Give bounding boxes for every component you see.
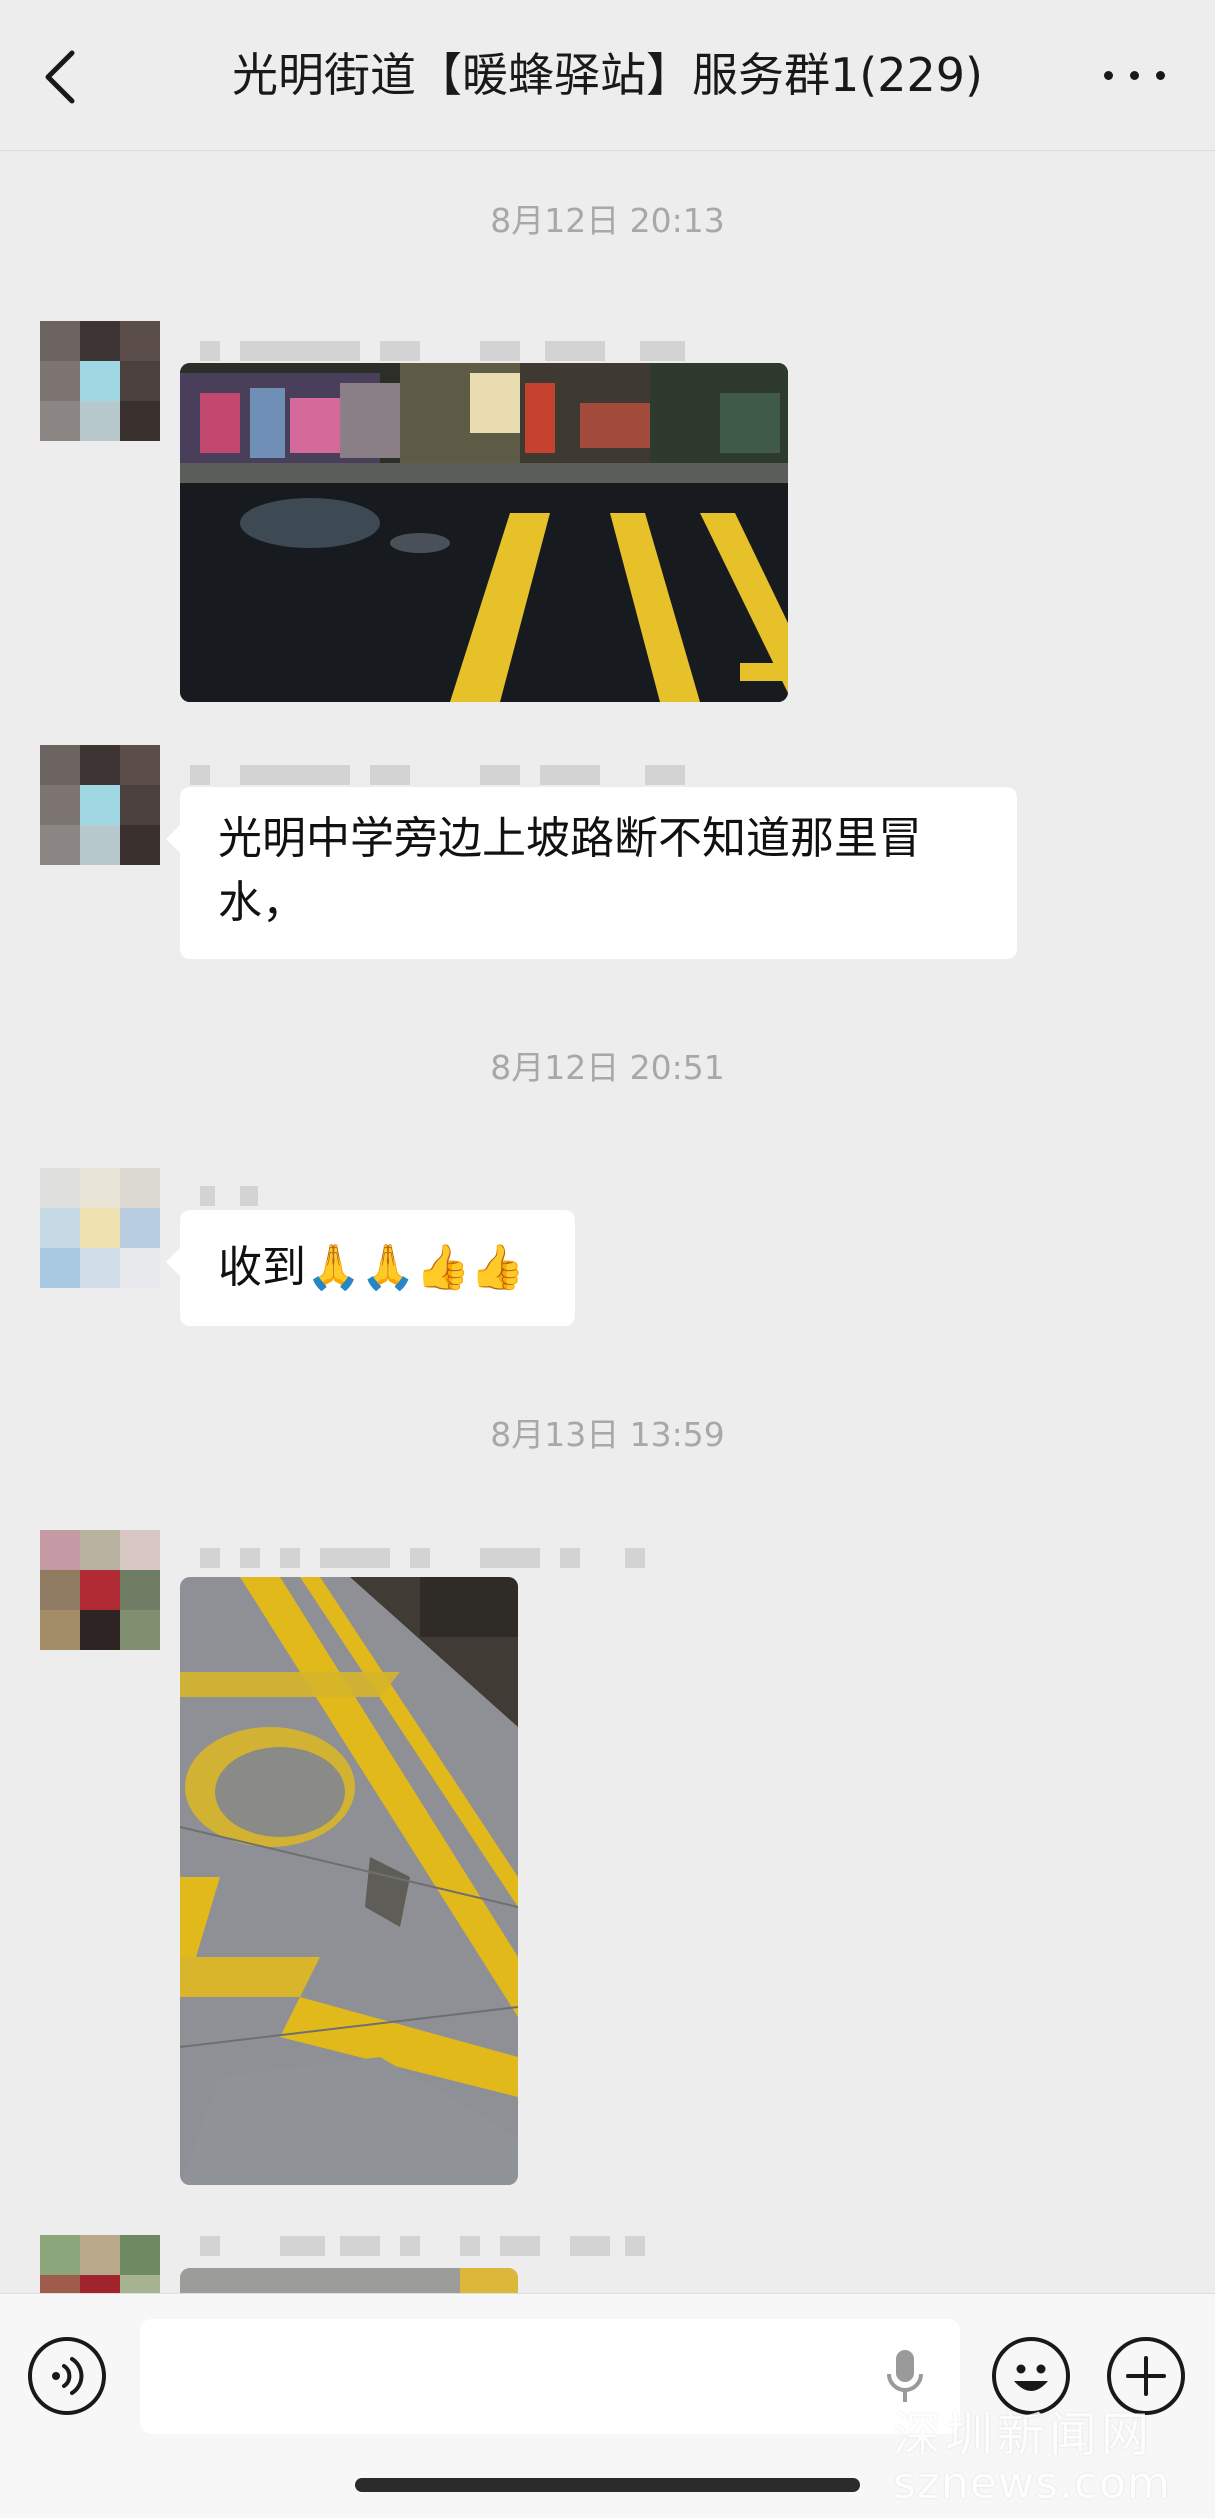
add-attachment-icon[interactable]: [1107, 2337, 1185, 2415]
back-arrow-icon[interactable]: [40, 45, 80, 109]
text-message-bubble[interactable]: 光明中学旁边上坡路断不知道那里冒水，: [166, 787, 1017, 959]
home-indicator[interactable]: [355, 2478, 860, 2492]
avatar[interactable]: [40, 1530, 160, 1650]
text-message-bubble[interactable]: 收到🙏🙏👍👍: [166, 1210, 575, 1326]
photo-message-partial[interactable]: [180, 2268, 518, 2293]
voice-mode-icon[interactable]: [28, 2337, 106, 2415]
emoji-icon[interactable]: [992, 2337, 1070, 2415]
photo-message-street-night[interactable]: [180, 363, 788, 702]
partial-photo: [180, 2268, 518, 2293]
avatar[interactable]: [40, 321, 160, 441]
chat-header: 光明街道【暖蜂驿站】服务群1(229): [0, 0, 1215, 151]
photo-message-cracked-pavement[interactable]: [180, 1577, 518, 2185]
watermark-cn: 深圳新闻网: [893, 2407, 1154, 2463]
message-text: 光明中学旁边上坡路断不知道那里冒水，: [218, 813, 922, 928]
avatar[interactable]: [40, 2235, 160, 2293]
sender-name-blurred: [200, 341, 690, 363]
cracked-pavement-photo: [180, 1577, 518, 2185]
sender-name-blurred: [200, 2236, 650, 2258]
timestamp: 8月12日 20:51: [490, 1048, 725, 1087]
chat-title: 光明街道【暖蜂驿站】服务群1(229): [232, 48, 983, 102]
sender-name-blurred: [200, 1186, 280, 1208]
microphone-icon[interactable]: [885, 2346, 925, 2408]
more-options-icon[interactable]: [1100, 55, 1170, 95]
timestamp: 8月13日 13:59: [490, 1415, 725, 1454]
watermark-en: sznews.com: [893, 2458, 1171, 2509]
avatar[interactable]: [40, 745, 160, 865]
sender-name-blurred: [190, 765, 690, 787]
sender-name-blurred: [200, 1548, 650, 1570]
message-input[interactable]: [140, 2319, 960, 2434]
timestamp: 8月12日 20:13: [490, 201, 725, 240]
watermark: 深圳新闻网 sznews.com: [893, 2408, 1203, 2506]
avatar[interactable]: [40, 1168, 160, 1288]
message-text: 收到🙏🙏👍👍: [218, 1242, 526, 1293]
street-night-photo: [180, 363, 788, 702]
